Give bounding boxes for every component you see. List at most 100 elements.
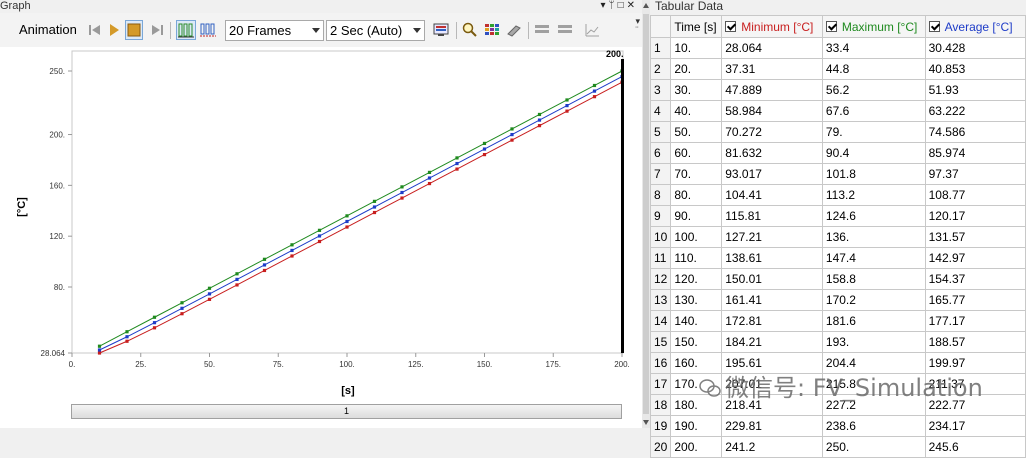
- average-cell[interactable]: 120.17: [924, 205, 1026, 227]
- pin-icon[interactable]: ᛘ: [609, 0, 618, 11]
- maximum-cell[interactable]: 193.: [821, 331, 926, 353]
- distributed-frames-button[interactable]: [176, 20, 196, 40]
- time-cell[interactable]: 200.: [670, 436, 723, 458]
- minimum-column-header[interactable]: Minimum [°C]: [721, 15, 823, 38]
- table-row[interactable]: 19 190. 229.81 238.6 234.17: [649, 415, 1026, 437]
- minimum-cell[interactable]: 115.81: [721, 205, 823, 227]
- previous-frame-button[interactable]: [86, 20, 104, 40]
- time-cell[interactable]: 130.: [670, 289, 723, 311]
- maximum-cell[interactable]: 124.6: [821, 205, 926, 227]
- maximum-cell[interactable]: 56.2: [821, 79, 926, 101]
- time-cell[interactable]: 20.: [670, 58, 723, 80]
- table-row[interactable]: 9 90. 115.81 124.6 120.17: [649, 205, 1026, 227]
- table-view-button[interactable]: [533, 20, 551, 40]
- maximum-cell[interactable]: 238.6: [821, 415, 926, 437]
- average-cell[interactable]: 131.57: [924, 226, 1026, 248]
- maximum-cell[interactable]: 90.4: [821, 142, 926, 164]
- maximum-cell[interactable]: 33.4: [821, 37, 926, 59]
- time-column-header[interactable]: Time [s]: [670, 15, 723, 38]
- average-cell[interactable]: 63.222: [924, 100, 1026, 122]
- average-column-header[interactable]: Average [°C]: [924, 15, 1026, 38]
- minimum-cell[interactable]: 81.632: [721, 142, 823, 164]
- average-cell[interactable]: 108.77: [924, 184, 1026, 206]
- average-cell[interactable]: 177.17: [924, 310, 1026, 332]
- minimum-cell[interactable]: 150.01: [721, 268, 823, 290]
- time-cell[interactable]: 50.: [670, 121, 723, 143]
- minimum-cell[interactable]: 104.41: [721, 184, 823, 206]
- minimum-cell[interactable]: 37.31: [721, 58, 823, 80]
- maximum-column-header[interactable]: Maximum [°C]: [821, 15, 926, 38]
- maximum-cell[interactable]: 170.2: [821, 289, 926, 311]
- average-cell[interactable]: 97.37: [924, 163, 1026, 185]
- time-cell[interactable]: 190.: [670, 415, 723, 437]
- minimum-cell[interactable]: 47.889: [721, 79, 823, 101]
- close-icon[interactable]: ✕: [627, 0, 638, 11]
- time-cell[interactable]: 110.: [670, 247, 723, 269]
- average-visible-checkbox[interactable]: [928, 20, 940, 32]
- minimum-cell[interactable]: 58.984: [721, 100, 823, 122]
- average-cell[interactable]: 234.17: [924, 415, 1026, 437]
- average-cell[interactable]: 85.974: [924, 142, 1026, 164]
- table-row[interactable]: 20 200. 241.2 250. 245.6: [649, 436, 1026, 458]
- time-cell[interactable]: 10.: [670, 37, 723, 59]
- minimum-visible-checkbox[interactable]: [725, 20, 737, 32]
- time-cursor[interactable]: [621, 59, 624, 353]
- frame-slider[interactable]: 1: [71, 404, 622, 419]
- next-frame-button[interactable]: [148, 20, 166, 40]
- minimum-cell[interactable]: 161.41: [721, 289, 823, 311]
- average-cell[interactable]: 188.57: [924, 331, 1026, 353]
- dropdown-icon[interactable]: ▾: [601, 0, 609, 11]
- maximum-cell[interactable]: 79.: [821, 121, 926, 143]
- maximum-cell[interactable]: 136.: [821, 226, 926, 248]
- maximum-cell[interactable]: 181.6: [821, 310, 926, 332]
- minimum-cell[interactable]: 241.2: [721, 436, 823, 458]
- minimum-cell[interactable]: 28.064: [721, 37, 823, 59]
- probe-button[interactable]: [505, 20, 523, 40]
- minimum-cell[interactable]: 229.81: [721, 415, 823, 437]
- table-row[interactable]: 8 80. 104.41 113.2 108.77: [649, 184, 1026, 206]
- table-view-alt-button[interactable]: [556, 20, 574, 40]
- minimum-cell[interactable]: 138.61: [721, 247, 823, 269]
- table-row[interactable]: 13 130. 161.41 170.2 165.77: [649, 289, 1026, 311]
- vertical-scrollbar[interactable]: [642, 0, 650, 428]
- maximum-cell[interactable]: 101.8: [821, 163, 926, 185]
- minimum-cell[interactable]: 172.81: [721, 310, 823, 332]
- time-cell[interactable]: 80.: [670, 184, 723, 206]
- time-cell[interactable]: 90.: [670, 205, 723, 227]
- time-cell[interactable]: 140.: [670, 310, 723, 332]
- chart-settings-button[interactable]: [583, 20, 601, 40]
- maximum-cell[interactable]: 158.8: [821, 268, 926, 290]
- table-row[interactable]: 12 120. 150.01 158.8 154.37: [649, 268, 1026, 290]
- maximum-cell[interactable]: 67.6: [821, 100, 926, 122]
- result-sets-button[interactable]: [198, 20, 218, 40]
- table-row[interactable]: 2 20. 37.31 44.8 40.853: [649, 58, 1026, 80]
- scrollbar-thumb[interactable]: [643, 14, 649, 414]
- average-cell[interactable]: 51.93: [924, 79, 1026, 101]
- time-cell[interactable]: 40.: [670, 100, 723, 122]
- color-legend-button[interactable]: [483, 20, 501, 40]
- maximum-cell[interactable]: 147.4: [821, 247, 926, 269]
- frames-select[interactable]: 20 Frames: [225, 20, 324, 41]
- maximum-visible-checkbox[interactable]: [825, 20, 837, 32]
- maximum-cell[interactable]: 44.8: [821, 58, 926, 80]
- minimum-cell[interactable]: 93.017: [721, 163, 823, 185]
- average-cell[interactable]: 40.853: [924, 58, 1026, 80]
- minimum-cell[interactable]: 70.272: [721, 121, 823, 143]
- time-cell[interactable]: 60.: [670, 142, 723, 164]
- average-cell[interactable]: 245.6: [924, 436, 1026, 458]
- time-cell[interactable]: 150.: [670, 331, 723, 353]
- duration-select[interactable]: 2 Sec (Auto): [326, 20, 425, 41]
- table-row[interactable]: 1 10. 28.064 33.4 30.428: [649, 37, 1026, 59]
- average-cell[interactable]: 30.428: [924, 37, 1026, 59]
- table-row[interactable]: 7 70. 93.017 101.8 97.37: [649, 163, 1026, 185]
- table-row[interactable]: 15 150. 184.21 193. 188.57: [649, 331, 1026, 353]
- export-video-button[interactable]: [432, 20, 450, 40]
- table-row[interactable]: 3 30. 47.889 56.2 51.93: [649, 79, 1026, 101]
- table-row[interactable]: 4 40. 58.984 67.6 63.222: [649, 100, 1026, 122]
- toolbar-overflow-icon[interactable]: ▾ ¨: [635, 17, 640, 35]
- time-cell[interactable]: 70.: [670, 163, 723, 185]
- average-cell[interactable]: 165.77: [924, 289, 1026, 311]
- table-row[interactable]: 5 50. 70.272 79. 74.586: [649, 121, 1026, 143]
- table-row[interactable]: 6 60. 81.632 90.4 85.974: [649, 142, 1026, 164]
- table-row[interactable]: 10 100. 127.21 136. 131.57: [649, 226, 1026, 248]
